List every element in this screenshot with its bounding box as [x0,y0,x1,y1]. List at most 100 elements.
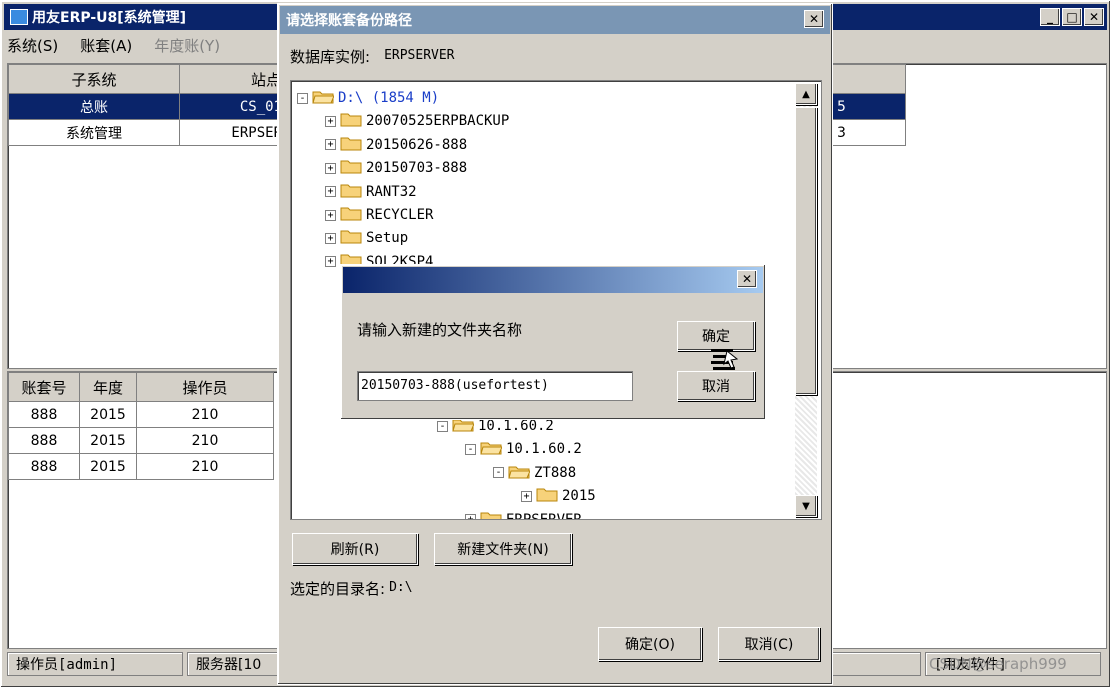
cell-account-no[interactable]: 888 [8,427,80,454]
column-header-year[interactable]: 年度 [79,372,137,402]
tree-node[interactable]: + RANT32 [325,181,417,203]
cell-account-no[interactable]: 888 [8,453,80,480]
tree-node[interactable]: +20070525ERPBACKUP [325,110,509,132]
tree-node[interactable]: - 10.1.60.2 [465,438,582,460]
tree-node[interactable]: +20150703-888 [325,157,467,179]
expand-icon[interactable]: + [325,115,336,127]
subsystem-table-right: 5 3 [832,64,906,146]
new-folder-button[interactable]: 新建文件夹(N) [434,533,572,565]
expand-icon[interactable]: + [325,139,336,151]
minimize-button[interactable]: _ [1040,8,1060,26]
tree-node-label[interactable]: RECYCLER [366,207,433,223]
table-row[interactable]: 3 [832,119,906,146]
menu-year-account[interactable]: 年度账(Y) [154,35,220,59]
cell-subsystem[interactable]: 总账 [8,93,180,120]
column-header-right[interactable] [832,64,906,94]
column-header-operator[interactable]: 操作员 [136,372,274,402]
maximize-button[interactable]: □ [1062,8,1082,26]
selected-dir-row: 选定的目录名: D:\ [290,578,413,599]
cell-year[interactable]: 2015 [79,401,137,428]
table-row[interactable]: 888 2015 210 [8,427,274,454]
expand-icon[interactable]: + [325,209,336,221]
selected-dir-label: 选定的目录名: [290,580,386,598]
expand-icon[interactable]: + [325,256,336,268]
column-header-subsystem[interactable]: 子系统 [8,64,180,94]
open-folder-icon [480,439,506,459]
collapse-icon[interactable]: - [465,443,476,455]
collapse-icon[interactable]: - [297,92,308,104]
tree-node-label[interactable]: 20150626-888 [366,137,467,153]
tree-node[interactable]: - ZT888 [493,462,576,484]
tree-node-label[interactable]: 20150703-888 [366,160,467,176]
tree-node-label[interactable]: 10.1.60.2 [506,441,582,457]
ok-button[interactable]: 确定(O) [598,627,702,661]
tree-node-label[interactable]: RANT32 [366,184,417,200]
cell-right[interactable]: 5 [832,93,906,120]
close-button[interactable]: ✕ [1084,8,1104,26]
folder-icon [340,205,366,225]
menu-system[interactable]: 系统(S) [7,35,58,59]
tree-node[interactable]: + ERPSERVER [465,509,582,519]
table-row[interactable]: 888 2015 210 [8,453,274,480]
tree-node-label[interactable]: 20070525ERPBACKUP [366,113,509,129]
tree-node[interactable]: +2015 [521,485,596,507]
cell-subsystem[interactable]: 系统管理 [8,119,180,146]
expand-icon[interactable]: + [325,186,336,198]
refresh-button[interactable]: 刷新(R) [292,533,418,565]
cell-account-no[interactable]: 888 [8,401,80,428]
collapse-icon[interactable]: - [493,467,504,479]
folder-name-input[interactable]: 20150703-888(usefortest) [357,371,633,401]
tree-node-label[interactable]: 10.1.60.2 [478,418,554,434]
cancel-button[interactable]: 取消 [677,371,755,401]
folder-icon [536,486,562,506]
tree-node-label[interactable]: ERPSERVER [506,512,582,519]
cell-operator[interactable]: 210 [136,453,274,480]
cell-site[interactable]: CS_01 [179,93,283,120]
table-row[interactable]: 系统管理 ERPSER [8,119,283,146]
tree-node-label[interactable]: ZT888 [534,465,576,481]
subsystem-table: 子系统 站点 总账 CS_01 系统管理 ERPSER [8,64,283,146]
expand-icon[interactable]: + [521,490,532,502]
watermark: CSDN@seraph999 [929,655,1067,673]
backup-dialog-title-bar[interactable]: 请选择账套备份路径 [280,6,830,34]
new-folder-title-bar[interactable] [343,267,763,293]
cell-year[interactable]: 2015 [79,453,137,480]
tree-node[interactable]: + Setup [325,227,408,249]
tree-node-label[interactable]: D:\ (1854 M) [338,90,439,106]
app-icon [10,9,28,25]
expand-icon[interactable]: + [465,514,476,519]
scroll-down-button[interactable]: ▼ [795,495,817,517]
menu-account[interactable]: 账套(A) [80,35,132,59]
backup-dialog-title: 请选择账套备份路径 [286,13,412,29]
cell-year[interactable]: 2015 [79,427,137,454]
main-window-controls: _ □ ✕ [1040,8,1104,26]
column-header-account-no[interactable]: 账套号 [8,372,80,402]
tree-node-label[interactable]: Setup [366,230,408,246]
tree-node[interactable]: +20150626-888 [325,134,467,156]
menu-bar: 系统(S) 账套(A) 年度账(Y) [7,35,220,59]
scroll-up-button[interactable]: ▲ [795,83,817,105]
table-row[interactable]: 总账 CS_01 [8,93,283,120]
collapse-icon[interactable]: - [437,420,448,432]
cell-operator[interactable]: 210 [136,401,274,428]
column-header-site[interactable]: 站点 [179,64,283,94]
operator-table: 账套号 年度 操作员 888 2015 210 888 2015 210 888… [8,372,274,480]
close-button[interactable]: ✕ [804,10,824,28]
expand-icon[interactable]: + [325,162,336,174]
table-row[interactable]: 5 [832,93,906,120]
new-folder-prompt: 请输入新建的文件夹名称 [357,321,523,339]
table-row[interactable]: 888 2015 210 [8,401,274,428]
tree-scrollbar[interactable]: ▲ ▼ [795,83,817,517]
cancel-button[interactable]: 取消(C) [718,627,820,661]
folder-icon [480,510,506,519]
scroll-thumb[interactable] [795,107,817,395]
cell-operator[interactable]: 210 [136,427,274,454]
folder-icon [340,111,366,131]
expand-icon[interactable]: + [325,232,336,244]
tree-node[interactable]: - D:\ (1854 M) [297,87,439,109]
close-button[interactable]: ✕ [737,270,757,288]
cell-right[interactable]: 3 [832,119,906,146]
tree-node-label[interactable]: 2015 [562,488,596,504]
tree-node[interactable]: + RECYCLER [325,204,433,226]
cell-site[interactable]: ERPSER [179,119,283,146]
